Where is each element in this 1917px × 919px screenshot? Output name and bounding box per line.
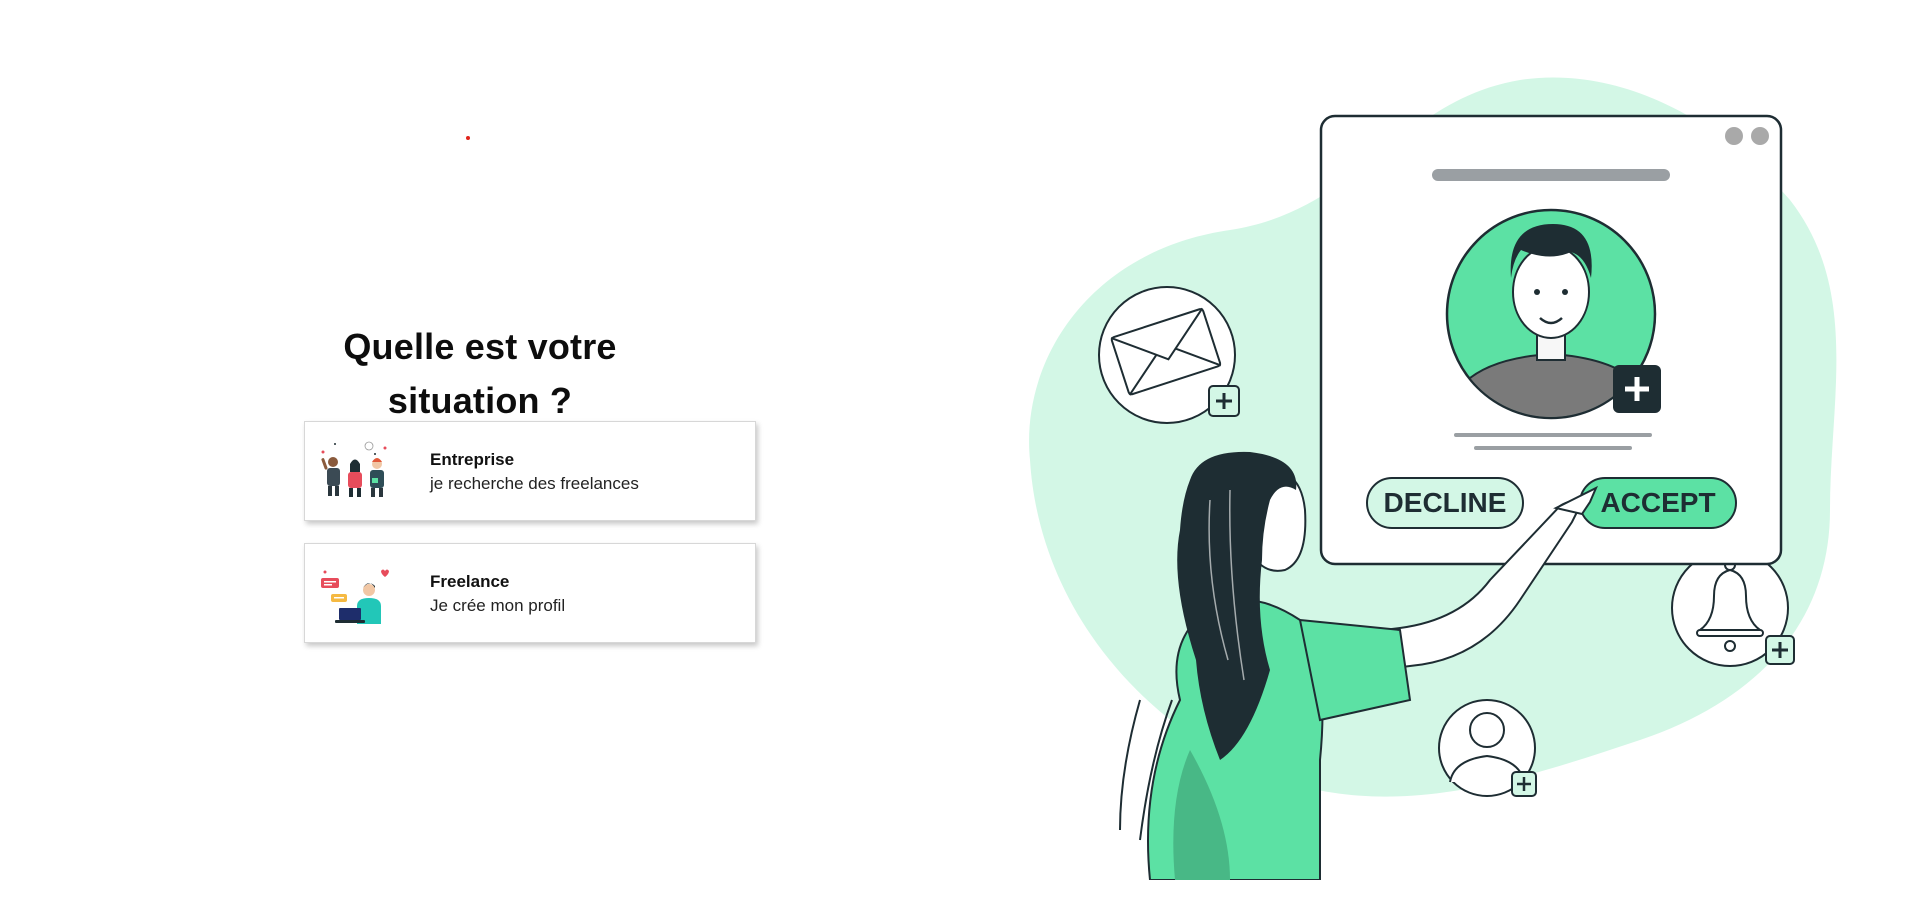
profile-window: DECLINE ACCEPT [1319,114,1783,566]
option-subtitle: je recherche des freelances [430,474,639,493]
option-card-freelance[interactable]: Freelance Je crée mon profil [304,543,756,643]
option-title: Freelance [430,572,510,591]
team-illustration-icon [321,441,387,497]
situation-panel: Quelle est votre situation ? Entreprise … [0,0,960,919]
logo-dot [466,136,470,140]
decline-button[interactable]: DECLINE [1366,477,1524,529]
option-card-entreprise[interactable]: Entreprise je recherche des freelances [304,421,756,521]
decline-label: DECLINE [1384,487,1507,518]
accept-label: ACCEPT [1600,487,1715,518]
title-line-1: Quelle est votre [343,326,617,368]
option-subtitle: Je crée mon profil [430,596,566,615]
page-title: Quelle est votre situation ? [300,320,660,428]
laptop-worker-illustration-icon [321,569,389,624]
user-add-icon [1438,699,1537,797]
option-title: Entreprise [430,450,515,469]
hero-illustration: DECLINE ACCEPT [1029,77,1837,880]
accept-button[interactable]: ACCEPT [1579,477,1737,529]
title-line-2: situation ? [387,380,573,422]
